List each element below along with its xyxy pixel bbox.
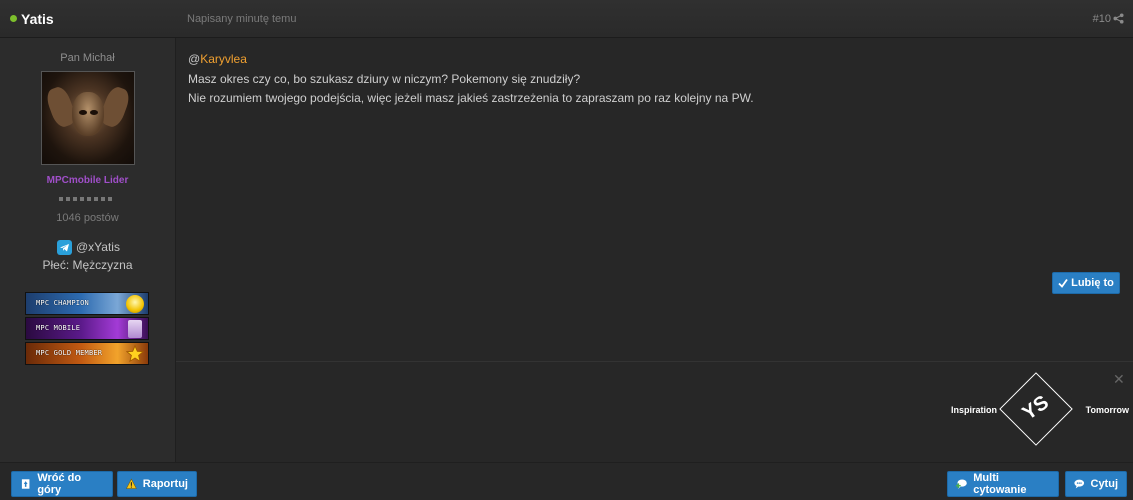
- user-title: Pan Michał: [60, 52, 115, 64]
- multi-quote-icon: [956, 479, 967, 489]
- post-number-link[interactable]: #10: [1093, 13, 1111, 25]
- report-button[interactable]: Raportuj: [117, 471, 197, 497]
- award-label: MPC GOLD MEMBER: [36, 349, 103, 357]
- back-to-top-label: Wróć do góry: [37, 472, 82, 496]
- award-badge-gold-member[interactable]: MPC GOLD MEMBER: [25, 342, 149, 365]
- mention[interactable]: @Karyvlea: [188, 52, 247, 66]
- report-label: Raportuj: [142, 478, 188, 490]
- award-badge-champion[interactable]: MPC CHAMPION: [25, 292, 149, 315]
- multi-quote-label: Multi cytowanie: [973, 472, 1027, 496]
- ad-left-text: Inspiration: [951, 405, 998, 415]
- back-to-top-button[interactable]: Wróć do góry: [11, 471, 113, 497]
- avatar[interactable]: [41, 71, 135, 165]
- post-count: 1046 postów: [56, 212, 119, 224]
- multi-quote-button[interactable]: Multi cytowanie: [947, 471, 1059, 497]
- telegram-handle: @xYatis: [76, 240, 120, 254]
- telegram-link[interactable]: @xYatis: [57, 239, 120, 255]
- author-name-link[interactable]: Yatis: [21, 11, 54, 27]
- author-sidebar: Pan Michał MPCmobile Lider 1046 postów @…: [0, 38, 176, 462]
- quote-button[interactable]: Cytuj: [1065, 471, 1127, 497]
- rank-pips: [59, 197, 115, 202]
- phone-icon: [128, 320, 142, 338]
- award-label: MPC MOBILE: [36, 324, 81, 332]
- close-icon[interactable]: ✕: [1113, 371, 1125, 388]
- share-icon[interactable]: [1113, 13, 1124, 24]
- quote-label: Cytuj: [1090, 478, 1119, 490]
- award-label: MPC CHAMPION: [36, 299, 89, 307]
- speech-bubble-icon: [1074, 479, 1085, 489]
- ad-right-text: Tomorrow: [1085, 405, 1129, 415]
- ad-banner[interactable]: Inspiration YS Tomorrow: [951, 372, 1131, 446]
- user-rank: MPCmobile Lider: [46, 175, 129, 186]
- bulb-icon: [126, 295, 144, 313]
- post-content: @Karyvlea Masz okres czy co, bo szukasz …: [176, 38, 1133, 462]
- like-button[interactable]: Lubię to: [1052, 272, 1120, 294]
- mention-at: @: [188, 52, 201, 66]
- gender-field: Płeć: Mężczyzna: [42, 258, 133, 272]
- post-header: Yatis Napisany minutę temu #10: [0, 0, 1133, 38]
- post-date: Napisany minutę temu: [187, 13, 297, 25]
- award-badge-mobile[interactable]: MPC MOBILE: [25, 317, 149, 340]
- forum-post: Yatis Napisany minutę temu #10 Pan Micha…: [0, 0, 1133, 500]
- post-footer: Wróć do góry Raportuj Multi cytowanie Cy…: [0, 462, 1133, 500]
- mention-nick[interactable]: Karyvlea: [200, 52, 247, 66]
- like-label: Lubię to: [1071, 277, 1114, 289]
- star-icon: [125, 344, 145, 363]
- online-status-icon: [10, 15, 17, 22]
- avatar-image-part: [72, 92, 104, 136]
- page-up-icon: [21, 479, 30, 489]
- post-text-line: Masz okres czy co, bo szukasz dziury w n…: [188, 72, 581, 86]
- avatar-image-part: [90, 110, 98, 115]
- warning-icon: [126, 478, 137, 489]
- telegram-icon: [57, 239, 72, 255]
- post-text-line: Nie rozumiem twojego podejścia, więc jeż…: [188, 91, 754, 105]
- avatar-image-part: [79, 110, 87, 115]
- divider: [176, 361, 1133, 362]
- check-icon: [1058, 278, 1068, 288]
